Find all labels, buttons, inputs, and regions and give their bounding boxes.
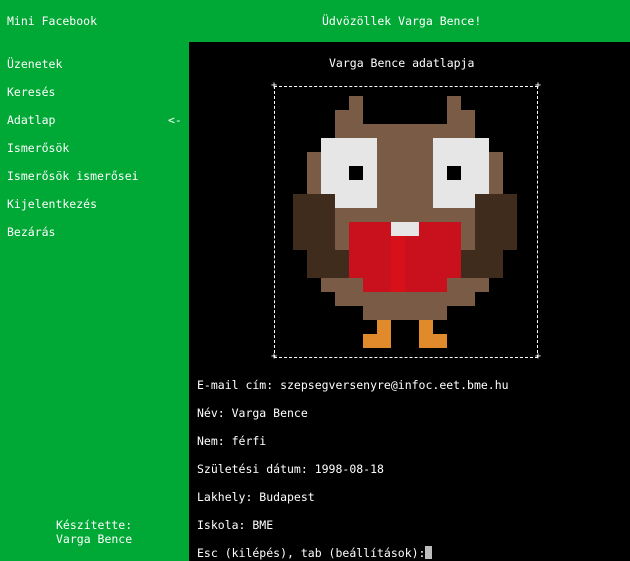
author-label: Készítette: — [56, 518, 133, 532]
residence-field: Lakhely: Budapest — [197, 490, 315, 504]
selected-arrow-icon: <- — [168, 113, 182, 127]
menu-item-messages[interactable]: Üzenetek — [7, 57, 62, 71]
menu-item-profile[interactable]: Adatlap — [7, 113, 55, 127]
profile-title: Varga Bence adatlapja — [329, 56, 475, 70]
title-bar: Mini Facebook Üdvözöllek Varga Bence! — [0, 0, 630, 42]
frame-corner: + — [534, 351, 541, 362]
frame-corner: + — [534, 80, 541, 91]
birth-date-field: Születési dátum: 1998-08-18 — [197, 462, 384, 476]
app-title: Mini Facebook — [7, 14, 98, 28]
prompt-text: Esc (kilépés), tab (beállítások): — [197, 546, 426, 560]
sidebar-menu: Üzenetek Keresés Adatlap <- Ismerősök Is… — [0, 42, 189, 561]
name-field: Név: Varga Bence — [197, 406, 308, 420]
author-name: Varga Bence — [56, 532, 133, 546]
school-field: Iskola: BME — [197, 518, 274, 532]
menu-item-search[interactable]: Keresés — [7, 85, 55, 99]
text-cursor — [425, 546, 433, 559]
profile-panel: Varga Bence adatlapja + + + + E-mail cím… — [189, 42, 630, 561]
gender-field: Nem: férfi — [197, 434, 267, 448]
command-prompt[interactable]: Esc (kilépés), tab (beállítások): — [197, 546, 433, 560]
owl-avatar-icon — [293, 96, 517, 348]
menu-item-friends-of-friends[interactable]: Ismerősök ismerősei — [7, 169, 139, 183]
frame-corner: + — [271, 80, 278, 91]
menu-item-close[interactable]: Bezárás — [7, 225, 55, 239]
frame-corner: + — [271, 351, 278, 362]
menu-item-logout[interactable]: Kijelentkezés — [7, 197, 97, 211]
menu-item-friends[interactable]: Ismerősök — [7, 141, 69, 155]
welcome-message: Üdvözöllek Varga Bence! — [322, 14, 482, 28]
email-field: E-mail cím: szepsegversenyre@infoc.eet.b… — [197, 378, 509, 392]
